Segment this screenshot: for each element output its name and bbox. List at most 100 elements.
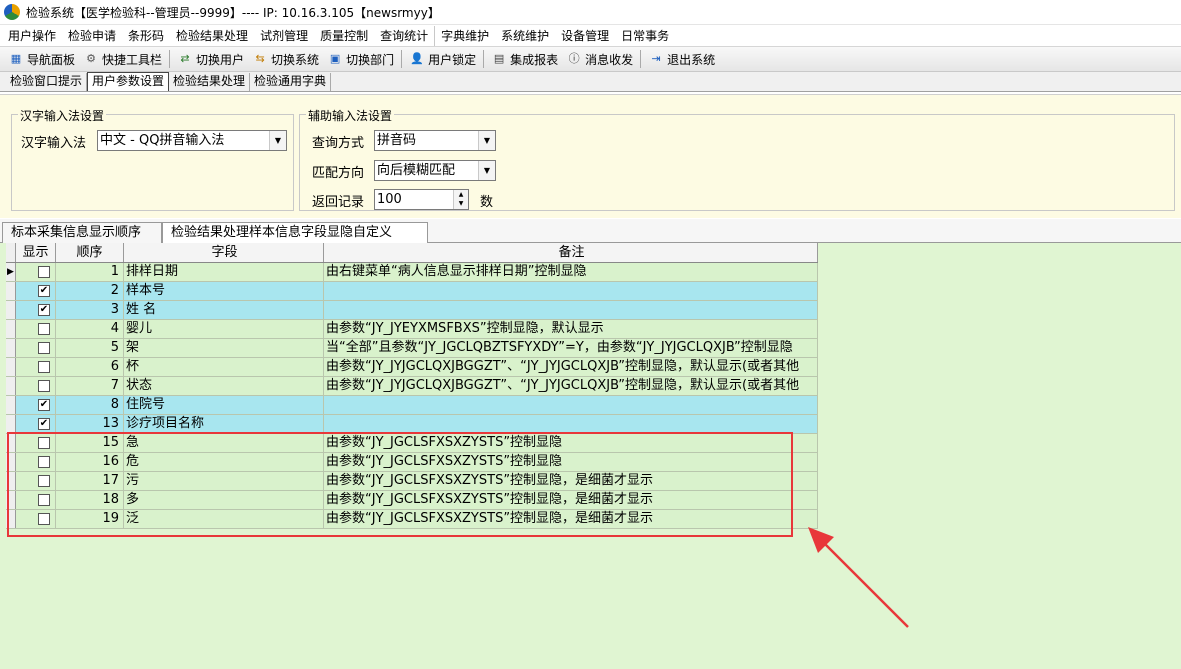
order-cell[interactable]: 5 <box>56 339 124 357</box>
note-cell[interactable] <box>324 301 818 319</box>
nav-panel-button[interactable]: ▦ 导航面板 <box>4 48 79 70</box>
table-row[interactable]: 15 急由参数“JY_JGCLSFXSXZYSTS”控制显隐 <box>6 434 818 453</box>
row-indicator[interactable] <box>6 339 16 357</box>
show-checkbox[interactable] <box>38 418 50 430</box>
note-cell[interactable]: 由参数“JY_JGCLSFXSXZYSTS”控制显隐 <box>324 434 818 452</box>
chinese-ime-select[interactable]: 中文 - QQ拼音输入法 ▼ <box>97 130 287 151</box>
order-cell[interactable]: 7 <box>56 377 124 395</box>
field-cell[interactable]: 婴儿 <box>124 320 324 338</box>
table-row[interactable]: 6 杯由参数“JY_JYJGCLQXJBGGZT”、“JY_JYJGCLQXJB”… <box>6 358 818 377</box>
tab-result-processing[interactable]: 检验结果处理 <box>169 73 251 91</box>
menu-daily[interactable]: 日常事务 <box>615 26 675 46</box>
table-row[interactable]: 7 状态 由参数“JY_JYJGCLQXJBGGZT”、“JY_JYJGCLQXJB… <box>6 377 818 396</box>
show-checkbox[interactable] <box>38 437 50 449</box>
field-cell[interactable]: 泛 <box>124 510 324 528</box>
row-indicator[interactable] <box>6 472 16 490</box>
tab-window-hint[interactable]: 检验窗口提示 <box>6 73 88 91</box>
chevron-down-icon[interactable]: ▼ <box>478 161 495 180</box>
order-cell[interactable]: 13 <box>56 415 124 433</box>
tab-common-dictionary[interactable]: 检验通用字典 <box>250 73 332 91</box>
note-cell[interactable] <box>324 415 818 433</box>
table-row[interactable]: 4 婴儿 由参数“JY_JYEYXMSFBXS”控制显隐，默认显示 <box>6 320 818 339</box>
match-direction-select[interactable]: 向后模糊匹配 ▼ <box>374 160 496 181</box>
menu-result-processing[interactable]: 检验结果处理 <box>170 26 254 46</box>
order-cell[interactable]: 17 <box>56 472 124 490</box>
order-cell[interactable]: 3 <box>56 301 124 319</box>
field-cell[interactable]: 诊疗项目名称 <box>124 415 324 433</box>
menu-query-stats[interactable]: 查询统计 <box>374 26 434 46</box>
menu-reagent[interactable]: 试剂管理 <box>254 26 314 46</box>
row-indicator[interactable] <box>6 377 16 395</box>
menu-user-ops[interactable]: 用户操作 <box>2 26 62 46</box>
row-indicator[interactable] <box>6 491 16 509</box>
stepper-down-icon[interactable]: ▼ <box>454 199 468 208</box>
order-cell[interactable]: 4 <box>56 320 124 338</box>
menu-dictionary[interactable]: 字典维护 <box>434 25 495 46</box>
field-cell[interactable]: 污 <box>124 472 324 490</box>
row-indicator[interactable] <box>6 453 16 471</box>
table-row[interactable]: 5 架当“全部”且参数“JY_JGCLQBZTSFYXDY”=Y，由参数“JY_J… <box>6 339 818 358</box>
field-cell[interactable]: 样本号 <box>124 282 324 300</box>
header-order[interactable]: 顺序 <box>56 243 124 262</box>
show-checkbox[interactable] <box>38 285 50 297</box>
messages-button[interactable]: ⓘ 消息收发 <box>562 48 637 70</box>
row-indicator[interactable] <box>6 358 16 376</box>
table-row[interactable]: 16 危由参数“JY_JGCLSFXSXZYSTS”控制显隐 <box>6 453 818 472</box>
menu-barcode[interactable]: 条形码 <box>122 26 170 46</box>
order-cell[interactable]: 2 <box>56 282 124 300</box>
quick-bar-button[interactable]: ⚙ 快捷工具栏 <box>79 48 166 70</box>
note-cell[interactable] <box>324 396 818 414</box>
table-row[interactable]: ▶ 1 排样日期 由右键菜单“病人信息显示排样日期”控制显隐 <box>6 263 818 282</box>
order-cell[interactable]: 15 <box>56 434 124 452</box>
stepper-up-icon[interactable]: ▲ <box>454 190 468 199</box>
switch-system-button[interactable]: ⇆ 切换系统 <box>248 48 323 70</box>
show-checkbox[interactable] <box>38 361 50 373</box>
table-row[interactable]: 8住院号 <box>6 396 818 415</box>
order-cell[interactable]: 1 <box>56 263 124 281</box>
show-checkbox[interactable] <box>38 494 50 506</box>
table-row[interactable]: 18 多由参数“JY_JGCLSFXSXZYSTS”控制显隐，是细菌才显示 <box>6 491 818 510</box>
show-checkbox[interactable] <box>38 399 50 411</box>
chevron-down-icon[interactable]: ▼ <box>269 131 286 150</box>
tab-user-params[interactable]: 用户参数设置 <box>87 72 170 91</box>
show-checkbox[interactable] <box>38 323 50 335</box>
field-cell[interactable]: 架 <box>124 339 324 357</box>
field-cell[interactable]: 状态 <box>124 377 324 395</box>
note-cell[interactable]: 由参数“JY_JYEYXMSFBXS”控制显隐，默认显示 <box>324 320 818 338</box>
integrated-report-button[interactable]: ▤ 集成报表 <box>487 48 562 70</box>
show-checkbox[interactable] <box>38 380 50 392</box>
show-checkbox[interactable] <box>38 304 50 316</box>
field-cell[interactable]: 杯 <box>124 358 324 376</box>
note-cell[interactable]: 由右键菜单“病人信息显示排样日期”控制显隐 <box>324 263 818 281</box>
chevron-down-icon[interactable]: ▼ <box>478 131 495 150</box>
field-cell[interactable]: 危 <box>124 453 324 471</box>
order-cell[interactable]: 18 <box>56 491 124 509</box>
field-cell[interactable]: 姓 名 <box>124 301 324 319</box>
show-checkbox[interactable] <box>38 342 50 354</box>
switch-user-button[interactable]: ⇄ 切换用户 <box>173 48 248 70</box>
menu-test-request[interactable]: 检验申请 <box>62 26 122 46</box>
stepper-buttons[interactable]: ▲ ▼ <box>453 190 468 209</box>
exit-button[interactable]: ⇥ 退出系统 <box>644 48 719 70</box>
note-cell[interactable]: 由参数“JY_JGCLSFXSXZYSTS”控制显隐，是细菌才显示 <box>324 472 818 490</box>
field-cell[interactable]: 排样日期 <box>124 263 324 281</box>
row-indicator[interactable] <box>6 301 16 319</box>
header-note[interactable]: 备注 <box>324 243 818 262</box>
user-lock-button[interactable]: 👤 用户锁定 <box>405 48 480 70</box>
note-cell[interactable]: 由参数“JY_JYJGCLQXJBGGZT”、“JY_JYJGCLQXJB”控制… <box>324 377 818 395</box>
header-field[interactable]: 字段 <box>124 243 324 262</box>
order-cell[interactable]: 8 <box>56 396 124 414</box>
tab-field-visibility[interactable]: 检验结果处理样本信息字段显隐自定义 <box>162 222 428 243</box>
header-show[interactable]: 显示 <box>16 243 56 262</box>
query-mode-select[interactable]: 拼音码 ▼ <box>374 130 496 151</box>
note-cell[interactable]: 由参数“JY_JYJGCLQXJBGGZT”、“JY_JYJGCLQXJB”控制… <box>324 358 818 376</box>
row-indicator[interactable] <box>6 282 16 300</box>
menu-quality-control[interactable]: 质量控制 <box>314 26 374 46</box>
row-indicator[interactable] <box>6 320 16 338</box>
order-cell[interactable]: 16 <box>56 453 124 471</box>
switch-dept-button[interactable]: ▣ 切换部门 <box>323 48 398 70</box>
table-row[interactable]: 3姓 名 <box>6 301 818 320</box>
show-checkbox[interactable] <box>38 475 50 487</box>
note-cell[interactable]: 由参数“JY_JGCLSFXSXZYSTS”控制显隐，是细菌才显示 <box>324 491 818 509</box>
note-cell[interactable]: 由参数“JY_JGCLSFXSXZYSTS”控制显隐 <box>324 453 818 471</box>
